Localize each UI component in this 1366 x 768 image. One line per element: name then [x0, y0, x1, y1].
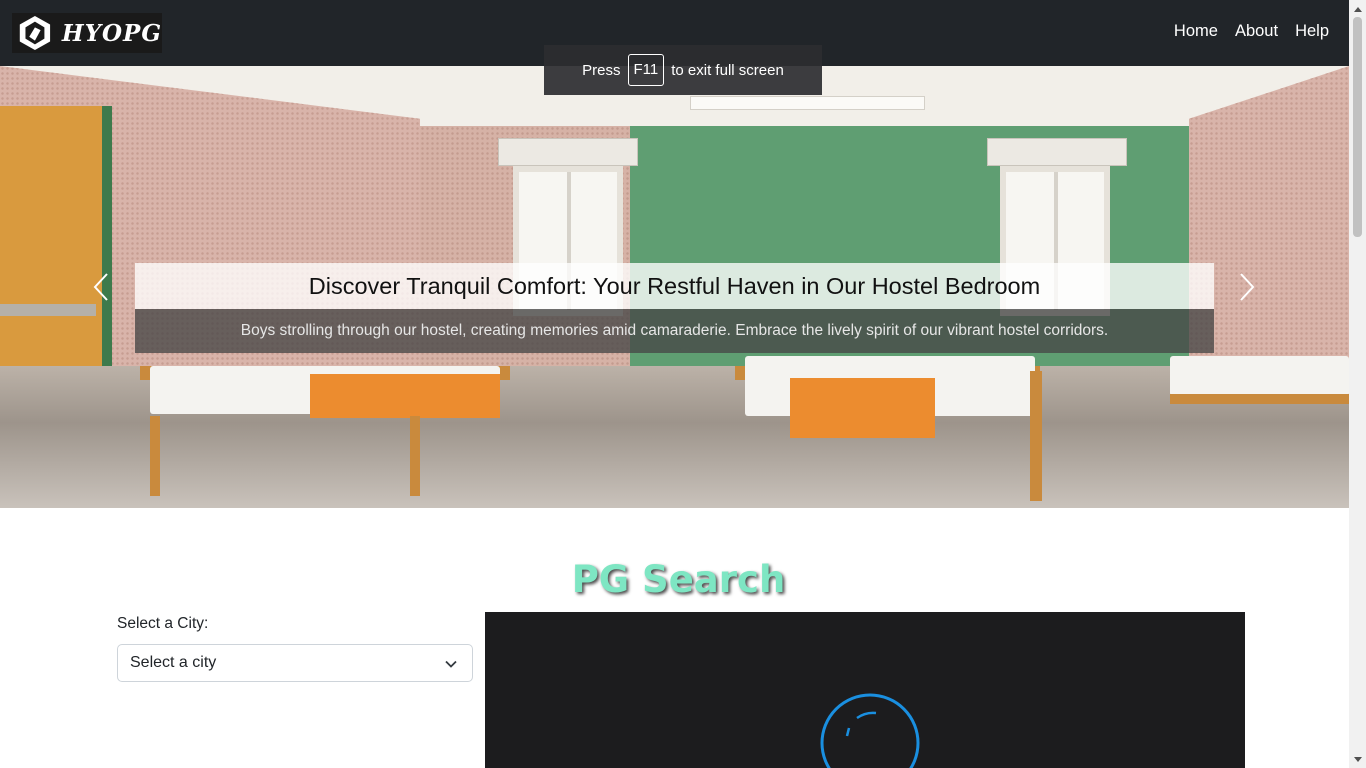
carousel-caption-subtitle: Boys strolling through our hostel, creat…: [135, 309, 1214, 353]
chevron-left-icon: [93, 273, 108, 301]
hero-carousel: Discover Tranquil Comfort: Your Restful …: [0, 66, 1349, 508]
scroll-up-arrow-icon: [1353, 6, 1362, 12]
brand-text: HYOPG: [61, 19, 162, 47]
scroll-down-arrow-icon: [1353, 756, 1362, 762]
page-scrollbar[interactable]: [1349, 0, 1366, 768]
fullscreen-exit-toast: Press F11 to exit full screen: [544, 45, 822, 95]
nav-link-about[interactable]: About: [1235, 22, 1278, 41]
nav-link-home[interactable]: Home: [1174, 22, 1218, 41]
carousel-prev-button[interactable]: [86, 266, 116, 308]
scroll-down-button[interactable]: [1349, 751, 1366, 768]
hexagon-logo-icon: [19, 15, 51, 51]
carousel-next-button[interactable]: [1232, 266, 1262, 308]
nav-link-help[interactable]: Help: [1295, 22, 1329, 41]
chevron-down-icon: [445, 660, 457, 668]
carousel-caption-title: Discover Tranquil Comfort: Your Restful …: [135, 263, 1214, 309]
scroll-thumb[interactable]: [1353, 17, 1362, 237]
nav-links: Home About Help: [1174, 22, 1329, 41]
city-select[interactable]: Select a city: [117, 644, 473, 682]
spinner-icon: [820, 693, 920, 768]
chevron-right-icon: [1240, 273, 1255, 301]
scroll-up-button[interactable]: [1349, 0, 1366, 17]
brand-logo[interactable]: HYOPG: [12, 13, 162, 53]
toast-suffix: to exit full screen: [671, 61, 784, 79]
toast-key: F11: [627, 54, 665, 86]
city-select-value: Select a city: [130, 654, 217, 671]
city-label: Select a City:: [117, 615, 209, 632]
toast-prefix: Press: [582, 61, 621, 79]
section-title: PG Search: [571, 558, 786, 601]
map-panel[interactable]: [485, 612, 1245, 768]
